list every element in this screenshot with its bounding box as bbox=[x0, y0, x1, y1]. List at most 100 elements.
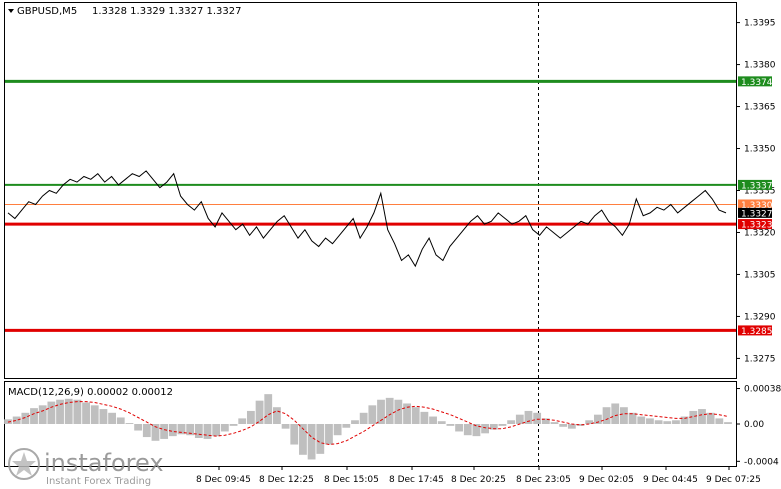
macd-bar bbox=[108, 412, 116, 424]
level-tag-label: 1.3285 bbox=[741, 327, 773, 337]
macd-bar bbox=[333, 424, 342, 436]
macd-bar bbox=[125, 423, 134, 424]
macd-bar bbox=[602, 407, 611, 424]
price-tick-label: 1.3365 bbox=[744, 103, 776, 113]
macd-bar bbox=[290, 424, 299, 445]
macd-bar bbox=[142, 424, 151, 438]
current-price-label: 1.3327 bbox=[741, 209, 773, 219]
macd-y-axis: 0.00038 0.00 -0.0004 bbox=[736, 385, 781, 467]
price-tick-label: 1.3305 bbox=[744, 270, 776, 280]
macd-bar bbox=[342, 424, 351, 428]
price-tick-label: 1.3275 bbox=[744, 354, 776, 364]
macd-bar bbox=[99, 409, 108, 424]
macd-bar bbox=[533, 412, 542, 424]
macd-bar bbox=[194, 424, 203, 438]
macd-bar bbox=[255, 400, 264, 424]
macd-bar bbox=[559, 424, 568, 427]
macd-bar bbox=[507, 420, 516, 424]
macd-bar bbox=[82, 402, 90, 424]
time-tick-label: 8 Dec 17:45 bbox=[389, 475, 444, 485]
macd-bar bbox=[550, 422, 559, 424]
macd-bar bbox=[359, 412, 368, 424]
macd-bar bbox=[264, 394, 273, 424]
macd-bar bbox=[160, 424, 169, 439]
macd-bar bbox=[73, 399, 82, 424]
macd-bar bbox=[47, 401, 56, 424]
macd-bar bbox=[212, 424, 221, 437]
macd-bar bbox=[663, 421, 672, 424]
macd-bar bbox=[12, 416, 21, 424]
macd-bar bbox=[524, 410, 533, 424]
price-panel-frame bbox=[4, 2, 737, 379]
macd-bar bbox=[429, 416, 437, 424]
macd-bar bbox=[307, 424, 316, 460]
price-tick-label: 1.3350 bbox=[744, 145, 776, 155]
macd-bar bbox=[637, 416, 646, 424]
level-tag-label: 1.3323 bbox=[741, 221, 773, 231]
macd-bar bbox=[498, 424, 507, 426]
header-symbol: GBPUSD,M5 bbox=[17, 6, 77, 17]
macd-bar bbox=[472, 424, 481, 437]
macd-bar bbox=[680, 416, 689, 424]
time-tick-label: 8 Dec 20:25 bbox=[451, 475, 506, 485]
macd-bar bbox=[203, 424, 212, 439]
macd-bar bbox=[672, 420, 680, 424]
price-y-axis: 1.33951.33801.33651.33501.33351.33201.33… bbox=[736, 19, 776, 364]
macd-bar bbox=[116, 417, 125, 424]
macd-bar bbox=[38, 405, 47, 424]
macd-bar bbox=[715, 418, 724, 424]
macd-tick-label: 0.00038 bbox=[744, 385, 781, 395]
macd-bar bbox=[90, 405, 99, 424]
macd-bar bbox=[611, 403, 620, 424]
time-tick-label: 8 Dec 15:05 bbox=[324, 475, 379, 485]
macd-bar bbox=[646, 418, 654, 424]
macd-bar bbox=[411, 407, 420, 424]
macd-bar bbox=[437, 421, 446, 424]
macd-bar bbox=[706, 412, 715, 424]
price-tick-label: 1.3395 bbox=[744, 19, 776, 29]
macd-bar bbox=[654, 420, 663, 424]
macd-bar bbox=[481, 424, 490, 434]
macd-label: MACD(12,26,9) 0.00002 0.00012 bbox=[8, 387, 173, 398]
macd-bar bbox=[620, 407, 628, 424]
macd-bar bbox=[220, 424, 229, 432]
macd-bar bbox=[420, 411, 429, 424]
level-price-tags: 1.33741.33371.33301.33231.32851.3327 bbox=[738, 76, 773, 337]
macd-bar bbox=[455, 424, 463, 432]
macd-bar bbox=[385, 397, 394, 424]
macd-bar bbox=[316, 424, 325, 454]
macd-bar bbox=[724, 422, 732, 424]
macd-bar bbox=[698, 409, 706, 424]
macd-bar bbox=[351, 420, 359, 424]
macd-bar bbox=[567, 424, 576, 429]
macd-bar bbox=[325, 424, 333, 445]
macd-bar bbox=[273, 407, 281, 424]
time-tick-label: 9 Dec 04:45 bbox=[643, 475, 698, 485]
macd-bar bbox=[463, 424, 472, 436]
macd-tick-label: -0.0004 bbox=[744, 457, 779, 467]
macd-bar bbox=[134, 424, 143, 431]
time-tick-label: 9 Dec 07:25 bbox=[706, 475, 761, 485]
time-tick-label: 8 Dec 09:45 bbox=[196, 475, 251, 485]
macd-bar bbox=[281, 424, 290, 429]
time-tick-label: 8 Dec 23:05 bbox=[516, 475, 571, 485]
time-tick-label: 8 Dec 12:25 bbox=[259, 475, 314, 485]
time-tick-label: 9 Dec 02:05 bbox=[579, 475, 634, 485]
level-tag-label: 1.3337 bbox=[741, 181, 773, 191]
logo-tagline: Instant Forex Trading bbox=[46, 476, 151, 487]
macd-bar bbox=[446, 424, 455, 426]
header-ohlc: 1.3328 1.3329 1.3327 1.3327 bbox=[92, 6, 242, 17]
macd-bar bbox=[229, 424, 238, 426]
macd-bar bbox=[368, 405, 377, 424]
price-tick-label: 1.3290 bbox=[744, 312, 776, 322]
chart-root: 1.33951.33801.33651.33501.33351.33201.33… bbox=[4, 2, 781, 487]
macd-bar bbox=[238, 418, 247, 424]
macd-bar bbox=[30, 408, 38, 424]
level-tag-label: 1.3374 bbox=[741, 78, 773, 88]
macd-bar bbox=[168, 424, 177, 437]
logo-brand: instaforex bbox=[44, 449, 164, 477]
macd-bar bbox=[246, 410, 255, 424]
time-x-axis: 8 Dec 09:45 8 Dec 12:25 8 Dec 15:05 8 Dec 1… bbox=[196, 466, 761, 485]
macd-tick-label: 0.00 bbox=[744, 420, 764, 430]
price-tick-label: 1.3380 bbox=[744, 61, 776, 71]
